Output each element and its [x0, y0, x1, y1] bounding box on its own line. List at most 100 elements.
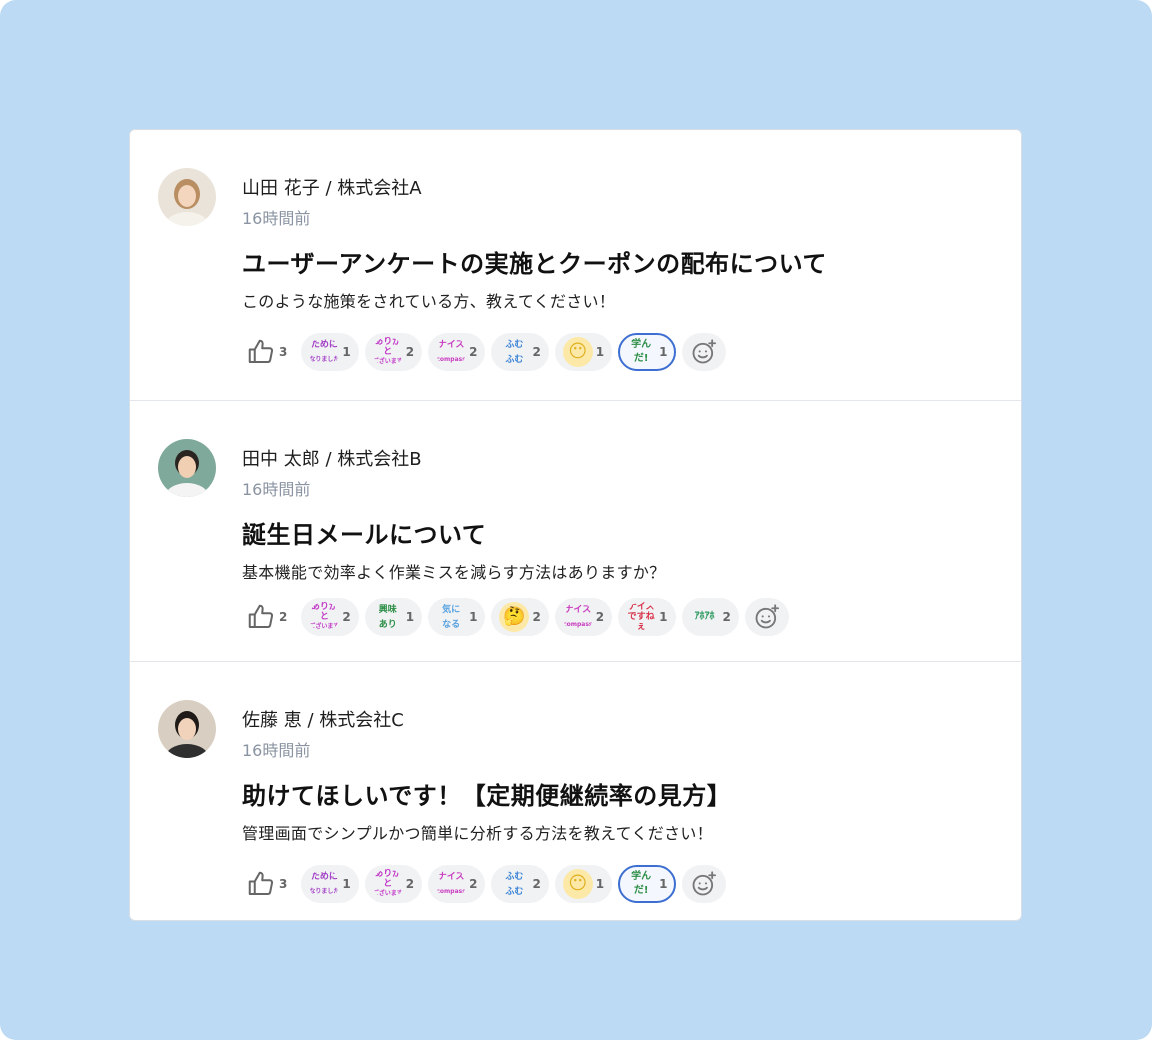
- stamp-text: ために: [310, 339, 338, 350]
- stamp-text: ふむ: [505, 871, 524, 882]
- post-body: このような施策をされている方、教えてください！: [242, 292, 616, 311]
- reaction-chip[interactable]: ありがと ございます 2: [301, 598, 359, 636]
- author-name[interactable]: 田中 太郎 / 株式会社B: [242, 445, 422, 471]
- stamp-text: ｱﾎｱﾎ: [694, 611, 715, 622]
- stamp-text: ですねぇ: [627, 612, 655, 632]
- reaction-chip[interactable]: 😶 1: [554, 865, 613, 903]
- mananda-stamp: 学んだ!: [626, 337, 656, 367]
- reaction-count: 2: [342, 610, 351, 624]
- thumbs-up-icon: [248, 339, 274, 363]
- stamp-text: あり: [378, 619, 397, 630]
- stamp-text: ナイス: [437, 871, 465, 882]
- like-button[interactable]: 3: [242, 333, 295, 371]
- arigatou-stamp: ありがと ございます: [373, 869, 403, 899]
- stamp-text: ふむ: [505, 339, 524, 350]
- like-count: 2: [279, 610, 288, 624]
- reaction-chip[interactable]: ふむ ふむ 2: [491, 333, 549, 371]
- tameni-narimashita-stamp: ために なりました: [309, 337, 339, 367]
- nice-compass-stamp: ナイス compass: [436, 337, 466, 367]
- stamp-text: ありがと: [374, 337, 402, 357]
- stamp-text: compass: [436, 355, 466, 363]
- post-title[interactable]: 誕生日メールについて: [242, 515, 486, 550]
- stamp-text: 学んだ!: [631, 871, 652, 896]
- reaction-count: 2: [469, 345, 478, 359]
- reaction-chip[interactable]: ナイス compass 2: [428, 865, 486, 903]
- author-name[interactable]: 山田 花子 / 株式会社A: [242, 174, 422, 200]
- post-body: 基本機能で効率よく作業ミスを減らす方法はありますか？: [242, 563, 666, 582]
- naruhodo-stamp: ｱﾎｱﾎ: [690, 602, 720, 632]
- avatar[interactable]: [158, 439, 216, 497]
- avatar[interactable]: [158, 700, 216, 758]
- reaction-chip[interactable]: ために なりました 1: [301, 865, 359, 903]
- stamp-text: compass: [436, 887, 466, 895]
- like-button[interactable]: 3: [242, 865, 295, 903]
- author-name[interactable]: 佐藤 恵 / 株式会社C: [242, 706, 404, 732]
- reaction-chip[interactable]: ｱﾎｱﾎ 2: [681, 598, 739, 636]
- reaction-count: 2: [532, 610, 541, 624]
- add-emoji-icon: [692, 871, 716, 896]
- add-emoji-icon: [692, 339, 716, 364]
- reaction-count: 2: [405, 877, 415, 891]
- post-title[interactable]: ユーザーアンケートの実施とクーポンの配布について: [242, 244, 827, 279]
- like-button[interactable]: 2: [242, 598, 295, 636]
- kyoumi-ari-stamp: 興味 あり: [373, 602, 403, 632]
- add-reaction-button[interactable]: [681, 333, 726, 371]
- reaction-chip[interactable]: 学んだ! 1: [618, 865, 676, 903]
- post-item: 田中 太郎 / 株式会社B 16時間前 誕生日メールについて 基本機能で効率よく…: [130, 400, 1021, 660]
- reaction-chip[interactable]: ナイス compass 2: [428, 333, 486, 371]
- stamp-text: なりました: [309, 355, 340, 363]
- add-reaction-button[interactable]: [744, 598, 789, 636]
- like-count: 3: [279, 345, 288, 359]
- add-emoji-icon: [755, 604, 779, 629]
- nice-desune-stamp: ナイス ですねぇ: [626, 602, 656, 632]
- reaction-bar: 2 ありがと ございます 2 興味 あり 1 気に なる 1 🤔 2 ナイス compass 2 ナイス です…: [242, 596, 789, 638]
- reaction-count: 1: [659, 877, 668, 891]
- reaction-chip[interactable]: 興味 あり 1: [364, 598, 423, 636]
- reaction-chip[interactable]: ためになりました 1: [301, 333, 359, 371]
- reaction-count: 2: [532, 877, 541, 891]
- reaction-bar: 3 ために なりました 1 ありがと ございます 2 ナイス compass 2 ふむ ふむ 2 😶 1 学…: [242, 863, 726, 905]
- reaction-count: 2: [595, 610, 605, 624]
- stamp-text: ふむ: [505, 354, 524, 365]
- ki-ni-naru-stamp: 気に なる: [436, 602, 466, 632]
- thinking-emoji: 🤔: [499, 602, 530, 632]
- stamp-text: ナイス: [627, 602, 655, 612]
- stamp-text: 😶: [568, 341, 588, 362]
- stamp-text: 興味: [378, 604, 397, 615]
- reaction-chip[interactable]: ありがと ございます 2: [364, 333, 423, 371]
- post-time: 16時間前: [242, 480, 311, 499]
- reaction-chip[interactable]: ナイス compass 2: [554, 598, 613, 636]
- post-title[interactable]: 助けてほしいです！【定期便継続率の見方】: [242, 776, 731, 811]
- stamp-text: ナイス: [437, 339, 465, 350]
- feed-card: 山田 花子 / 株式会社A 16時間前 ユーザーアンケートの実施とクーポンの配布…: [129, 129, 1022, 921]
- stamp-text: ふむ: [505, 886, 524, 897]
- reaction-chip[interactable]: ナイス ですねぇ 1: [618, 598, 676, 636]
- arigatou-stamp: ありがと ございます: [373, 337, 403, 367]
- stamp-text: 🤔: [503, 606, 526, 627]
- stamp-text: 😶: [568, 873, 588, 894]
- stamp-text: ございます: [372, 358, 403, 365]
- reaction-chip[interactable]: 🤔 2: [491, 598, 549, 636]
- avatar[interactable]: [158, 168, 216, 226]
- reaction-count: 1: [342, 345, 351, 359]
- reaction-count: 1: [469, 610, 478, 624]
- thumbs-up-icon: [248, 871, 274, 895]
- stamp-text: なりました: [309, 887, 340, 895]
- stamp-text: ございます: [372, 890, 403, 897]
- reaction-bar: 3 ために なりました 1 ありがと ございます 2 ナイス compass 2 ふむ ふむ 2 😶 1 学…: [242, 331, 726, 373]
- reaction-count: 1: [659, 345, 668, 359]
- post-item: 佐藤 恵 / 株式会社C 16時間前 助けてほしいです！【定期便継続率の見方】 …: [130, 661, 1021, 920]
- face-emoji: 😶: [562, 869, 593, 899]
- stamp-text: compass: [563, 620, 593, 628]
- reaction-chip[interactable]: ふむ ふむ 2: [491, 865, 549, 903]
- add-reaction-button[interactable]: [681, 865, 726, 903]
- reaction-count: 2: [532, 345, 541, 359]
- stamp-text: ございます: [309, 623, 340, 630]
- reaction-chip[interactable]: 学んだ! 1: [618, 333, 676, 371]
- reaction-count: 1: [405, 610, 415, 624]
- reaction-chip[interactable]: 気に なる 1: [428, 598, 486, 636]
- mananda-stamp: 学んだ!: [626, 869, 656, 899]
- stamp-text: 気に: [442, 604, 461, 615]
- reaction-chip[interactable]: 😶 1: [554, 333, 613, 371]
- reaction-chip[interactable]: ありがと ございます 2: [364, 865, 423, 903]
